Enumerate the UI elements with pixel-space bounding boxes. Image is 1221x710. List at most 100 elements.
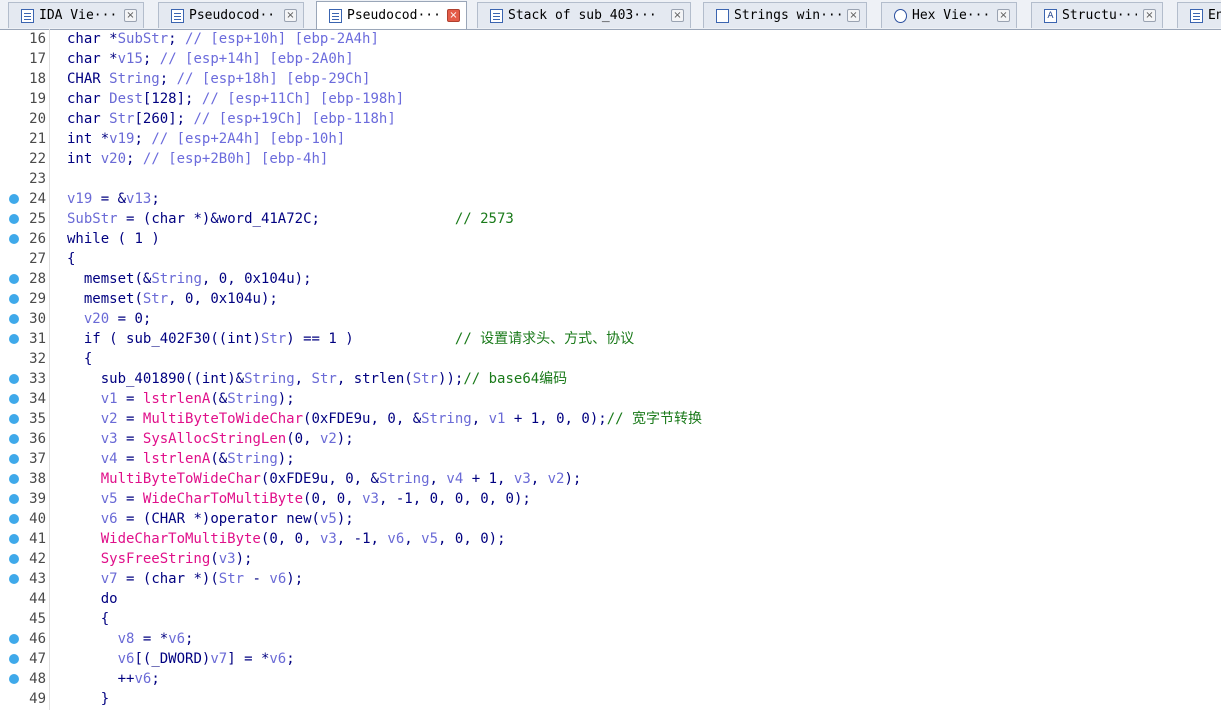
code-line[interactable]: 17 char *v15; // [esp+14h] [ebp-2A0h] [0,49,1221,69]
code-line[interactable]: 26 while ( 1 ) [0,229,1221,249]
code-text: memset(&String, 0, 0x104u); [83,271,312,287]
code-line[interactable]: 45 { [0,609,1221,629]
code-line[interactable]: 44 do [0,589,1221,609]
code-line[interactable]: 32 { [0,349,1221,369]
code-text: v6[(_DWORD)v7] = *v6; [117,651,295,667]
structures-icon: A [1044,8,1057,23]
stack-icon [490,8,503,23]
tab-enums[interactable]: En [1177,2,1221,28]
line-number: 49 [29,691,46,707]
code-line[interactable]: 37 v4 = lstrlenA(&String); [0,449,1221,469]
code-line[interactable]: 21 int *v19; // [esp+2A4h] [ebp-10h] [0,129,1221,149]
line-number: 35 [29,411,46,427]
code-line[interactable]: 30 v20 = 0; [0,309,1221,329]
line-number: 39 [29,491,46,507]
line-number: 18 [29,71,46,87]
close-icon[interactable]: × [124,9,137,22]
code-text: char *SubStr; // [esp+10h] [ebp-2A4h] [67,31,379,47]
line-number: 37 [29,451,46,467]
line-number: 40 [29,511,46,527]
code-text: if ( sub_402F30((int)Str) == 1 ) // 设置请求… [83,331,635,347]
code-line[interactable]: 24 v19 = &v13; [0,189,1221,209]
code-line[interactable]: 19 char Dest[128]; // [esp+11Ch] [ebp-198… [0,89,1221,109]
close-icon[interactable]: × [847,9,860,22]
close-icon[interactable]: × [997,9,1010,22]
tab-label: Hex Vie··· [912,8,991,23]
code-line[interactable]: 18 CHAR String; // [esp+18h] [ebp-29Ch] [0,69,1221,89]
tab-strings[interactable]: Strings win··· × [703,2,867,28]
pseudocode-icon [171,8,184,23]
code-text: v7 = (char *)(Str - v6); [100,571,304,587]
code-text: MultiByteToWideChar(0xFDE9u, 0, &String,… [100,471,582,487]
close-icon[interactable]: × [447,9,460,22]
code-line[interactable]: 35 v2 = MultiByteToWideChar(0xFDE9u, 0, … [0,409,1221,429]
code-line[interactable]: 20 char Str[260]; // [esp+19Ch] [ebp-118h… [0,109,1221,129]
code-text: } [100,691,110,707]
line-number: 36 [29,431,46,447]
code-line[interactable]: 48 ++v6; [0,669,1221,689]
tab-label: Stack of sub_403··· [508,8,657,23]
tab-label: Pseudocod··· [189,8,278,23]
tab-hex-view[interactable]: Hex Vie··· × [881,2,1017,28]
line-number: 44 [29,591,46,607]
code-line[interactable]: 36 v3 = SysAllocStringLen(0, v2); [0,429,1221,449]
tab-label: IDA Vie··· [39,8,118,23]
line-number: 27 [29,251,46,267]
code-text: { [100,611,110,627]
line-number: 29 [29,291,46,307]
line-number: 43 [29,571,46,587]
code-text: memset(Str, 0, 0x104u); [83,291,278,307]
code-line[interactable]: 49 } [0,689,1221,709]
code-line[interactable]: 33 sub_401890((int)&String, Str, strlen(… [0,369,1221,389]
code-text: int *v19; // [esp+2A4h] [ebp-10h] [67,131,346,147]
line-number: 48 [29,671,46,687]
line-number: 30 [29,311,46,327]
code-text: while ( 1 ) [67,231,160,247]
tab-ida-view[interactable]: IDA Vie··· × [8,2,144,28]
tab-pseudocode[interactable]: Pseudocod··· × [316,1,467,29]
close-icon[interactable]: × [284,9,297,22]
code-line[interactable]: 27 { [0,249,1221,269]
code-text: v4 = lstrlenA(&String); [100,451,295,467]
close-icon[interactable]: × [671,9,684,22]
tab-pseudocode[interactable]: Pseudocod··· × [158,2,304,28]
strings-icon [716,8,729,23]
line-number: 19 [29,91,46,107]
code-line[interactable]: 25 SubStr = (char *)&word_41A72C; // 2573 [0,209,1221,229]
close-icon[interactable]: × [1143,9,1156,22]
line-number: 34 [29,391,46,407]
code-text: v6 = (CHAR *)operator new(v5); [100,511,354,527]
line-number: 16 [29,31,46,47]
line-number: 46 [29,631,46,647]
line-number: 45 [29,611,46,627]
ida-view-icon [21,8,34,23]
code-text: do [100,591,118,607]
code-line[interactable]: 43 v7 = (char *)(Str - v6); [0,569,1221,589]
line-number: 42 [29,551,46,567]
line-number: 25 [29,211,46,227]
code-line[interactable]: 29 memset(Str, 0, 0x104u); [0,289,1221,309]
code-text: v19 = &v13; [67,191,160,207]
code-line[interactable]: 42 SysFreeString(v3); [0,549,1221,569]
tab-structures[interactable]: A Structu··· × [1031,2,1163,28]
code-text: v2 = MultiByteToWideChar(0xFDE9u, 0, &St… [100,411,702,427]
code-line[interactable]: 40 v6 = (CHAR *)operator new(v5); [0,509,1221,529]
code-line[interactable]: 31 if ( sub_402F30((int)Str) == 1 ) // 设… [0,329,1221,349]
code-text: SysFreeString(v3); [100,551,253,567]
code-line[interactable]: 22 int v20; // [esp+2B0h] [ebp-4h] [0,149,1221,169]
code-text: int v20; // [esp+2B0h] [ebp-4h] [67,151,329,167]
code-line[interactable]: 41 WideCharToMultiByte(0, 0, v3, -1, v6,… [0,529,1221,549]
line-number: 26 [29,231,46,247]
code-line[interactable]: 23 [0,169,1221,189]
code-line[interactable]: 38 MultiByteToWideChar(0xFDE9u, 0, &Stri… [0,469,1221,489]
pseudocode-view[interactable]: 16 char *SubStr; // [esp+10h] [ebp-2A4h] 1… [0,29,1221,710]
code-line[interactable]: 46 v8 = *v6; [0,629,1221,649]
tab-stack[interactable]: Stack of sub_403··· × [477,2,691,28]
line-number: 41 [29,531,46,547]
code-line[interactable]: 28 memset(&String, 0, 0x104u); [0,269,1221,289]
code-line[interactable]: 16 char *SubStr; // [esp+10h] [ebp-2A4h] [0,29,1221,49]
code-line[interactable]: 47 v6[(_DWORD)v7] = *v6; [0,649,1221,669]
code-line[interactable]: 39 v5 = WideCharToMultiByte(0, 0, v3, -1… [0,489,1221,509]
code-line[interactable]: 34 v1 = lstrlenA(&String); [0,389,1221,409]
code-text: SubStr = (char *)&word_41A72C; // 2573 [67,211,514,227]
